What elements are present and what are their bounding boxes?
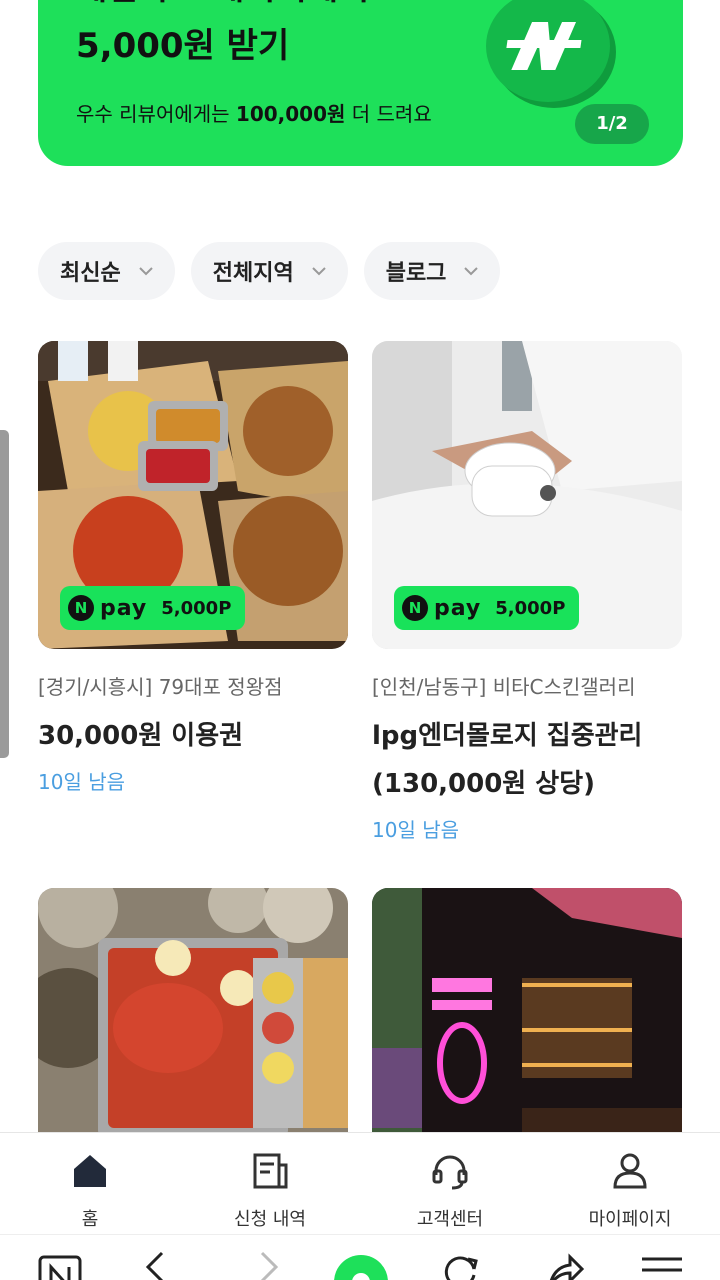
channel-filter-label: 블로그	[385, 261, 447, 286]
nav-mypage[interactable]: 마이페이지	[540, 1133, 720, 1234]
badge-points: 5,000P	[495, 597, 566, 619]
npay-coin-icon	[486, 0, 610, 102]
card-remaining-days: 10일 남음	[372, 818, 460, 842]
region-filter-label: 전체지역	[212, 261, 294, 286]
campaign-card[interactable]: N pay 5,000P [인천/남동구] 비타C스킨갤러리 lpg엔더몰로지 …	[372, 341, 682, 843]
sort-filter[interactable]: 최신순	[38, 242, 175, 300]
app-page: 체험하고 네이버페이 5,000원 받기 우수 리뷰어에게는 100,000원 …	[0, 0, 720, 1280]
scroll-handle[interactable]	[0, 430, 9, 758]
refresh-icon[interactable]	[440, 1251, 480, 1280]
bottom-nav: 홈 신청 내역 고객센터 마이페이지	[0, 1132, 720, 1234]
list-icon	[253, 1153, 288, 1189]
naver-n-icon[interactable]	[38, 1251, 82, 1280]
nav-support-label: 고객센터	[416, 1209, 484, 1230]
card-thumbnail: N pay 5,000P	[372, 341, 682, 649]
person-icon	[613, 1153, 647, 1189]
card-store: [경기/시흥시] 79대포 정왕점	[38, 675, 283, 699]
npay-points-badge: N pay 5,000P	[60, 586, 246, 630]
sort-filter-label: 최신순	[60, 261, 121, 286]
card-thumbnail: N pay 5,000P	[38, 341, 348, 649]
nav-home[interactable]: 홈	[0, 1133, 180, 1234]
nav-mypage-label: 마이페이지	[588, 1209, 672, 1230]
nav-applications-label: 신청 내역	[234, 1209, 306, 1230]
forward-icon[interactable]	[254, 1251, 284, 1280]
share-icon[interactable]	[546, 1251, 586, 1280]
back-icon[interactable]	[140, 1251, 170, 1280]
headset-icon	[432, 1155, 468, 1190]
badge-pay-text: pay	[100, 595, 148, 621]
home-green-icon[interactable]	[334, 1255, 388, 1280]
region-filter[interactable]: 전체지역	[190, 242, 348, 300]
card-title: lpg엔더몰로지 집중관리 (130,000원 상당)	[372, 721, 643, 799]
banner-title-line1: 체험하고 네이버페이	[76, 0, 369, 9]
promo-banner[interactable]: 체험하고 네이버페이 5,000원 받기 우수 리뷰어에게는 100,000원 …	[38, 0, 683, 166]
menu-icon[interactable]	[640, 1255, 684, 1280]
banner-subtitle: 우수 리뷰어에게는 100,000원 더 드려요	[76, 102, 432, 126]
card-title: 30,000원 이용권	[38, 721, 244, 751]
badge-pay-text: pay	[434, 595, 482, 621]
npay-points-badge: N pay 5,000P	[394, 586, 580, 630]
chevron-down-icon	[139, 267, 153, 276]
npay-logo-icon: N	[402, 595, 428, 621]
nav-applications[interactable]: 신청 내역	[180, 1133, 360, 1234]
home-icon	[74, 1155, 106, 1187]
card-store: [인천/남동구] 비타C스킨갤러리	[372, 675, 636, 699]
campaign-card[interactable]: N pay 5,000P [경기/시흥시] 79대포 정왕점 30,000원 이…	[38, 341, 348, 795]
npay-logo-icon: N	[68, 595, 94, 621]
nav-home-label: 홈	[81, 1209, 99, 1230]
banner-title-line2: 5,000원 받기	[76, 26, 290, 66]
browser-toolbar	[0, 1234, 720, 1280]
chevron-down-icon	[311, 267, 326, 276]
nav-support[interactable]: 고객센터	[360, 1133, 540, 1234]
chevron-down-icon	[464, 267, 479, 276]
card-remaining-days: 10일 남음	[38, 770, 126, 794]
channel-filter[interactable]: 블로그	[363, 242, 501, 300]
badge-points: 5,000P	[161, 597, 232, 619]
filter-bar: 최신순 전체지역 블로그	[38, 242, 501, 300]
banner-pager: 1/2	[575, 104, 649, 144]
